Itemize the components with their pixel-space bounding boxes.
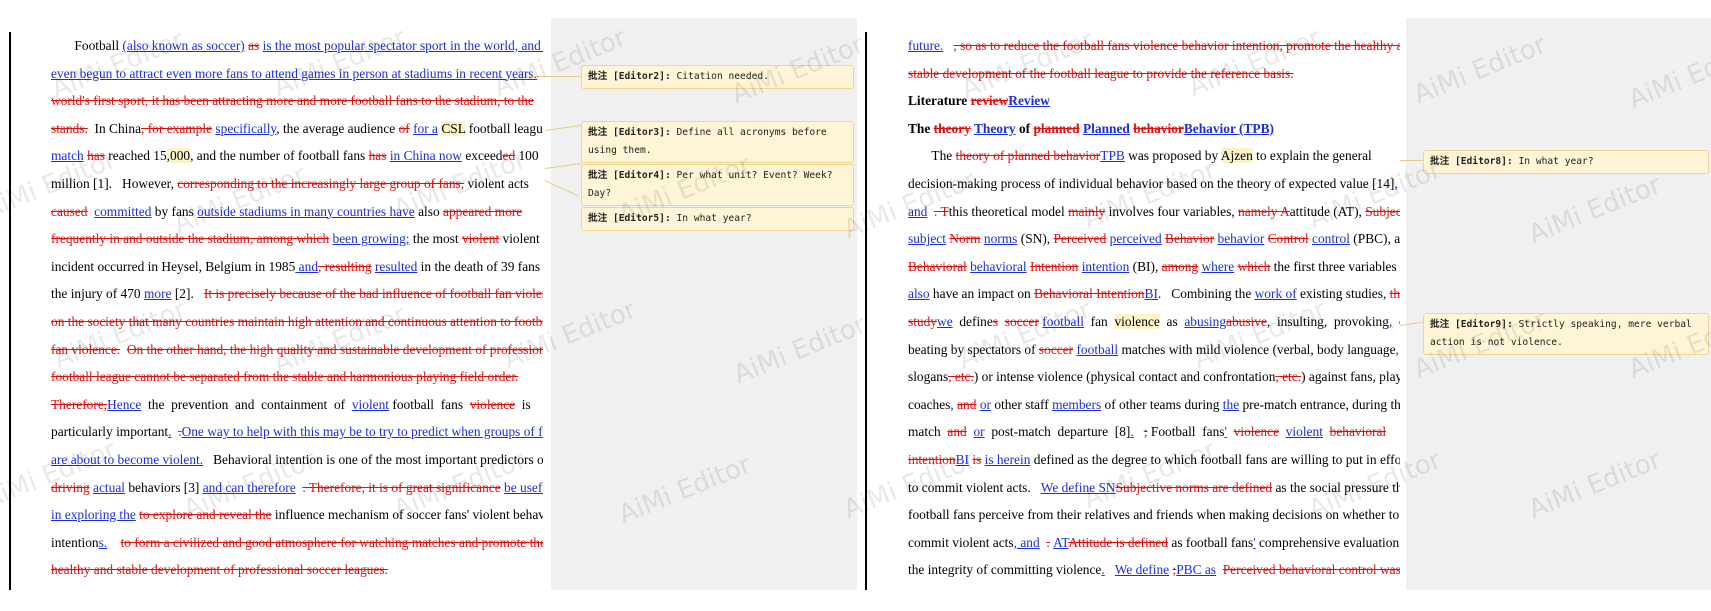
comment-leader-line [530, 76, 581, 77]
page-left: Football (also known as soccer) as is th… [0, 0, 860, 611]
comment-leader-line [1400, 160, 1423, 161]
comment-author: 批注 [Editor8]: [1430, 156, 1513, 167]
comment-editor8[interactable]: 批注 [Editor8]: In what year? [1423, 150, 1709, 174]
comment-author: 批注 [Editor9]: [1430, 319, 1513, 330]
comment-editor5[interactable]: 批注 [Editor5]: In what year? [581, 207, 854, 231]
document-spread: Football (also known as soccer) as is th… [0, 0, 1711, 611]
comment-author: 批注 [Editor2]: [588, 71, 671, 82]
body-text-right[interactable]: future. , so as to reduce the football f… [908, 32, 1400, 584]
page-right-edge [865, 32, 867, 590]
comment-editor3[interactable]: 批注 [Editor3]: Define all acronyms before… [581, 121, 854, 163]
comment-text: Citation needed. [676, 71, 769, 82]
comment-margin-left [551, 18, 857, 590]
comment-author: 批注 [Editor4]: [588, 170, 671, 181]
comment-editor4[interactable]: 批注 [Editor4]: Per what unit? Event? Week… [581, 164, 854, 206]
page-left-edge [9, 32, 11, 590]
body-text-left[interactable]: Football (also known as soccer) as is th… [51, 32, 543, 584]
comment-text: In what year? [676, 213, 752, 224]
comment-text: In what year? [1518, 156, 1594, 167]
comment-margin-right [1406, 18, 1711, 590]
page-right: future. , so as to reduce the football f… [860, 0, 1711, 611]
comment-editor2[interactable]: 批注 [Editor2]: Citation needed. [581, 65, 854, 89]
comment-author: 批注 [Editor3]: [588, 127, 671, 138]
comment-author: 批注 [Editor5]: [588, 213, 671, 224]
comment-editor9[interactable]: 批注 [Editor9]: Strictly speaking, mere ve… [1423, 313, 1709, 355]
